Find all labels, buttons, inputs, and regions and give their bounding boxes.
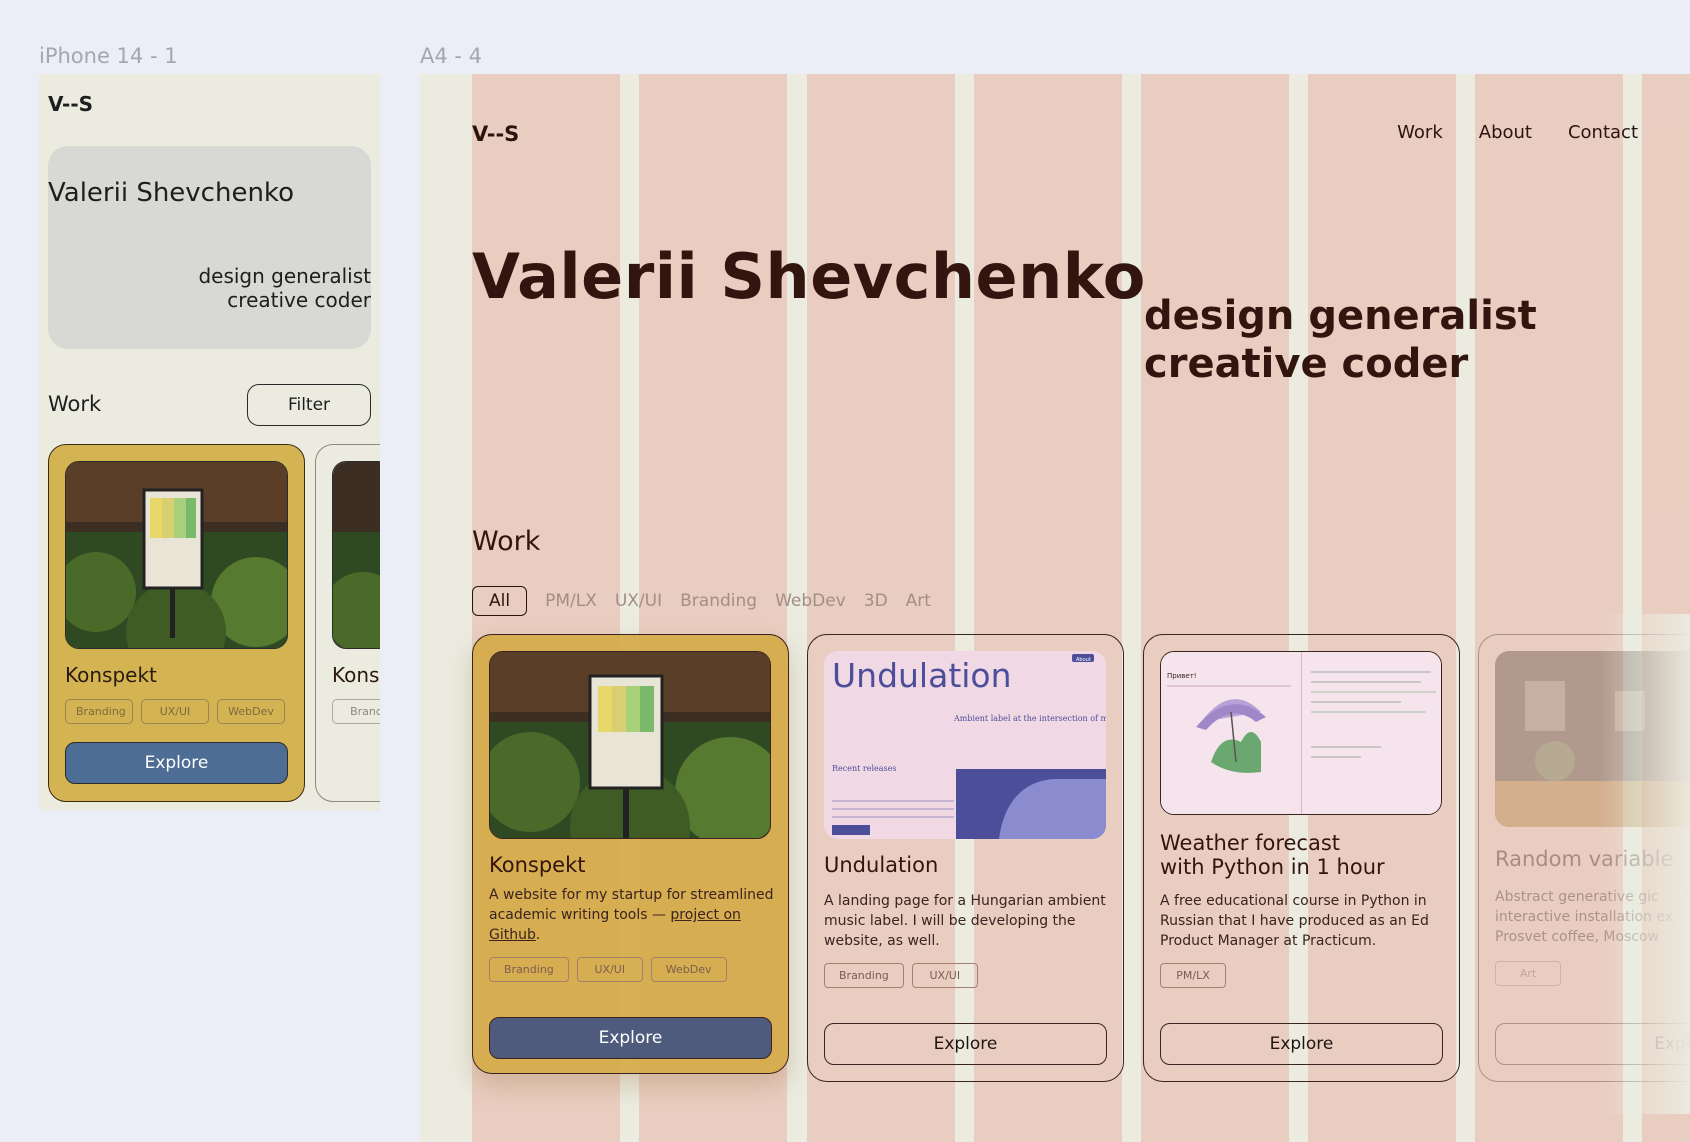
partial-card-image — [332, 461, 380, 649]
preview-badge: About — [1076, 657, 1091, 663]
explore-button[interactable]: Explore — [1160, 1023, 1443, 1065]
card-title-line-2: with Python in 1 hour — [1160, 855, 1385, 879]
project-card-konspekt[interactable]: Konspekt A website for my startup for st… — [472, 634, 789, 1074]
tag-branding[interactable]: Branding — [65, 699, 133, 724]
filter-3d[interactable]: 3D — [864, 591, 888, 611]
top-nav: Work About Contact — [1397, 122, 1638, 143]
hero-name: Valerii Shevchenko — [472, 240, 1146, 313]
filter-branding[interactable]: Branding — [680, 591, 757, 611]
explore-button[interactable]: Explore — [824, 1023, 1107, 1065]
a4-frame: V--S Work About Contact Valerii Shevchen… — [420, 74, 1690, 1142]
tag-ux-ui[interactable]: UX/UI — [911, 963, 978, 988]
tag-ux-ui[interactable]: UX/UI — [576, 957, 643, 982]
filter-all[interactable]: All — [472, 586, 528, 616]
tag-branding[interactable]: Branc — [332, 699, 380, 724]
work-heading: Work — [472, 526, 541, 557]
logo[interactable]: V--S — [472, 122, 519, 146]
hero-tagline-1: design generalist — [1144, 293, 1537, 339]
a4-frame-label: A4 - 4 — [420, 44, 483, 68]
konspekt-image — [489, 651, 771, 839]
card-description: A website for my startup for streamlined… — [489, 887, 774, 943]
card-tags: Branding UX/UI WebDev — [489, 957, 727, 982]
tag-webdev[interactable]: WebDev — [650, 957, 727, 982]
weather-preview: Привет! — [1160, 651, 1442, 815]
explore-button[interactable]: Explore — [489, 1017, 772, 1059]
card-title: Undulation — [824, 853, 939, 877]
project-card-undulation[interactable]: About Undulation Ambient label at the in… — [807, 634, 1124, 1082]
filter-pm-lx[interactable]: PM/LX — [545, 591, 597, 611]
iphone-frame: V--S Valerii Shevchenko design generalis… — [39, 74, 380, 811]
konspekt-image — [65, 461, 288, 649]
nav-work[interactable]: Work — [1397, 122, 1443, 143]
card-tags: Branc — [332, 699, 380, 724]
preview-subtitle: Ambient label at the intersection of med… — [953, 714, 1106, 723]
card-title: Konspekt — [65, 663, 157, 687]
card-tags: Art — [1495, 961, 1561, 986]
tag-branding[interactable]: Branding — [489, 957, 569, 982]
scroll-fade-overlay — [1600, 614, 1690, 1114]
preview-heading: Undulation — [832, 656, 1012, 695]
project-card-weather[interactable]: Привет! Weather forecast with Python in … — [1143, 634, 1460, 1082]
card-description: A landing page for a Hungarian ambient m… — [824, 893, 1106, 949]
card-title-line-1: Weather forecast — [1160, 831, 1341, 855]
tag-branding[interactable]: Branding — [824, 963, 904, 988]
nav-contact[interactable]: Contact — [1568, 122, 1638, 143]
hero-card: Valerii Shevchenko design generalist cre… — [48, 146, 371, 349]
explore-button[interactable]: Explore — [65, 742, 288, 784]
card-title: Konspekt — [489, 853, 586, 877]
card-tags: PM/LX — [1160, 963, 1226, 988]
tag-webdev[interactable]: WebDev — [217, 699, 285, 724]
work-heading: Work — [48, 392, 102, 416]
filter-art[interactable]: Art — [906, 591, 931, 611]
hero-tagline: design generalist creative coder — [1144, 292, 1537, 388]
hero-name: Valerii Shevchenko — [48, 178, 294, 208]
logo[interactable]: V--S — [48, 92, 93, 116]
card-title: Kons — [332, 663, 380, 687]
project-card-konspekt[interactable]: Konspekt Branding UX/UI WebDev Explore — [48, 444, 305, 802]
tag-pm-lx[interactable]: PM/LX — [1160, 963, 1226, 988]
undulation-preview: About Undulation Ambient label at the in… — [824, 651, 1106, 839]
preview-greeting: Привет! — [1167, 672, 1197, 680]
card-tags: Branding UX/UI — [824, 963, 978, 988]
nav-about[interactable]: About — [1479, 122, 1532, 143]
filter-webdev[interactable]: WebDev — [775, 591, 846, 611]
filter-ux-ui[interactable]: UX/UI — [615, 591, 662, 611]
hero-tagline-1: design generalist — [198, 264, 371, 288]
project-card-partial[interactable]: Kons Branc — [315, 444, 380, 802]
hero-tagline-2: creative coder — [227, 288, 371, 312]
preview-recent: Recent releases — [832, 764, 896, 773]
card-tags: Branding UX/UI WebDev — [65, 699, 285, 724]
card-description: A free educational course in Python in R… — [1160, 893, 1429, 949]
card-title: Weather forecast with Python in 1 hour — [1160, 831, 1385, 879]
tag-art[interactable]: Art — [1495, 961, 1561, 986]
phone-frame-label: iPhone 14 - 1 — [39, 44, 178, 68]
filter-bar: All PM/LX UX/UI Branding WebDev 3D Art — [472, 586, 931, 616]
hero-tagline-2: creative coder — [1144, 341, 1469, 387]
tag-ux-ui[interactable]: UX/UI — [141, 699, 209, 724]
filter-button[interactable]: Filter — [247, 384, 371, 426]
